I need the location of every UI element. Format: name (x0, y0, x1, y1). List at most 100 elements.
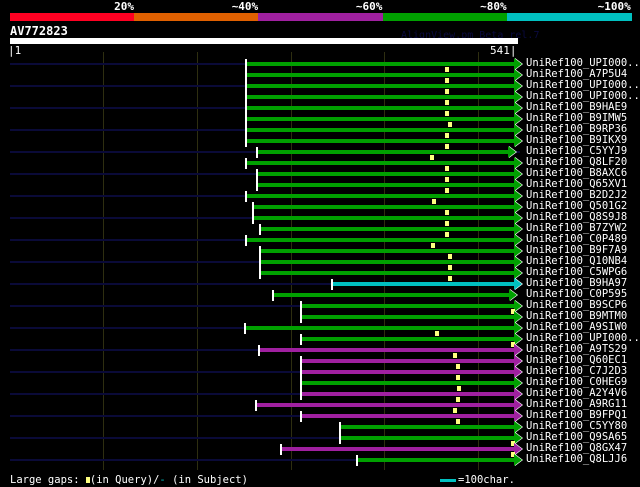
query-gap-marker-icon (444, 221, 449, 226)
alignment-start-tick (256, 169, 259, 180)
alignment-bar (257, 172, 514, 176)
alignment-bar (260, 249, 514, 253)
alignment-bar (246, 73, 514, 77)
alignment-bar (260, 227, 514, 231)
hit-label: UniRef100_Q8LJJ6 (526, 453, 628, 465)
alignment-bar (301, 359, 514, 363)
alignment-start-tick (300, 378, 303, 389)
alignment-bar (340, 425, 514, 429)
alignment-end-arrow-icon (514, 454, 522, 466)
query-gap-marker-icon (444, 177, 449, 182)
query-gap-marker-icon (453, 353, 458, 358)
legend-swatch (506, 13, 632, 21)
alignment-bar (301, 370, 514, 374)
alignment-bar (246, 161, 514, 165)
alignment-start-tick (245, 136, 248, 147)
query-ruler (10, 38, 518, 44)
query-gap-marker-icon (456, 397, 460, 402)
alignment-bar (246, 62, 514, 66)
alignment-bar (246, 84, 514, 88)
legend-swatch (258, 13, 384, 21)
query-gap-marker-icon (453, 408, 458, 413)
alignment-bar (301, 304, 514, 308)
query-gap-marker-icon (429, 155, 434, 160)
query-name: AV772823 (10, 24, 68, 38)
alignment-start-tick (300, 389, 303, 400)
alignment-bar (340, 436, 514, 440)
alignment-start-tick (245, 235, 248, 246)
alignment-start-tick (244, 323, 247, 334)
alignment-bar (252, 216, 514, 220)
query-gap-marker-icon (444, 111, 449, 116)
subject-gap-text: (in Subject) (165, 474, 248, 486)
legend-label: ~60% (355, 0, 383, 13)
alignment-start-tick (245, 103, 248, 114)
ruler-end-label: 541| (490, 44, 517, 57)
gap-legend-title: Large gaps: (10, 474, 80, 486)
alignment-start-tick (356, 455, 359, 466)
alignment-start-tick (259, 224, 262, 235)
query-gap-marker-icon (456, 375, 460, 380)
alignment-start-tick (300, 301, 303, 312)
alignment-start-tick (245, 81, 248, 92)
alignment-bar (245, 326, 514, 330)
alignment-start-tick (245, 125, 248, 136)
query-gap-text: (in Query)/ (89, 474, 160, 486)
alignment-bar (280, 447, 514, 451)
alignment-start-tick (259, 268, 262, 279)
legend-label: ~100% (597, 0, 631, 13)
alignment-start-tick (245, 59, 248, 70)
alignment-bar (252, 205, 514, 209)
alignment-start-tick (258, 345, 261, 356)
legend-swatch (10, 13, 135, 21)
alignment-bar (246, 117, 514, 121)
alignment-start-tick (300, 411, 303, 422)
query-gap-marker-icon (447, 254, 452, 259)
alignment-start-tick (245, 70, 248, 81)
alignment-start-tick (245, 92, 248, 103)
alignment-bar (301, 414, 514, 418)
alignment-start-tick (256, 147, 259, 158)
alignment-bar (357, 458, 514, 462)
query-gap-marker-icon (447, 276, 452, 281)
alignment-start-tick (279, 444, 282, 455)
alignment-bar (256, 403, 514, 407)
alignment-bar (301, 381, 514, 385)
alignment-start-tick (251, 202, 254, 213)
query-gap-marker-icon (456, 419, 460, 424)
alignment-start-tick (339, 422, 342, 433)
alignment-bar (301, 315, 514, 319)
scale-bar (440, 479, 456, 482)
query-gap-marker-icon (430, 243, 435, 248)
alignment-bar (257, 183, 514, 187)
alignment-bar (260, 271, 514, 275)
query-gap-marker-icon (444, 133, 449, 138)
query-gap-marker-icon (435, 331, 440, 336)
alignment-start-tick (300, 367, 303, 378)
query-gap-marker-icon (444, 78, 449, 83)
alignment-bar (246, 106, 514, 110)
alignment-start-tick (245, 158, 248, 169)
alignment-start-tick (259, 257, 262, 268)
query-gap-marker-icon (447, 122, 452, 127)
query-gap-marker-icon (444, 89, 449, 94)
alignment-start-tick (259, 246, 262, 257)
alignment-start-tick (245, 114, 248, 125)
gap-legend: Large gaps: (in Query)/- (in Subject) (10, 474, 248, 486)
legend-label: 20% (114, 0, 134, 13)
query-gap-marker-icon (456, 386, 461, 391)
query-gap-marker-icon (444, 67, 449, 72)
alignment-bar (259, 348, 514, 352)
alignment-start-tick (300, 312, 303, 323)
alignment-start-tick (245, 191, 248, 202)
query-gap-marker-icon (444, 232, 449, 237)
query-gap-marker-icon (444, 100, 449, 105)
legend-label: ~80% (480, 0, 507, 13)
alignment-start-tick (300, 356, 303, 367)
alignment-start-tick (339, 433, 342, 444)
alignment-start-tick (256, 180, 259, 191)
alignment-start-tick (331, 279, 333, 290)
alignment-bar (257, 150, 509, 154)
alignment-start-tick (272, 290, 275, 301)
query-gap-marker-icon (444, 166, 449, 171)
